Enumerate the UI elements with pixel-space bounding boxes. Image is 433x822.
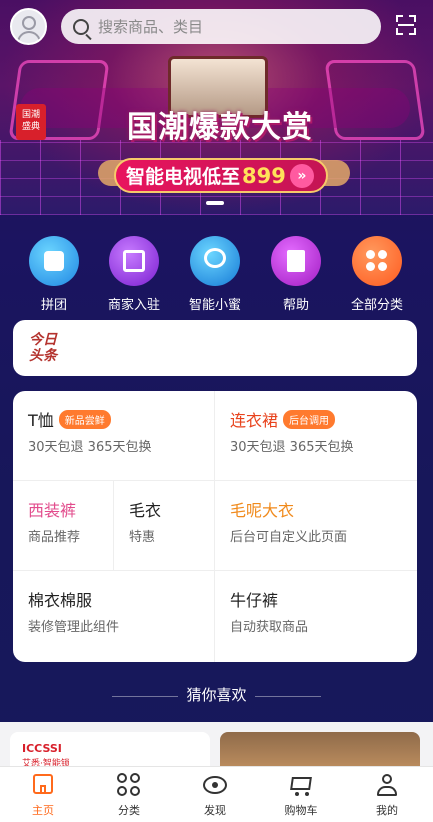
avatar-body-shape bbox=[17, 31, 41, 43]
category-suit-pants[interactable]: 西装裤 商品推荐 bbox=[13, 481, 114, 571]
avatar-head-shape bbox=[22, 16, 36, 30]
category-tshirt[interactable]: T恤 新品尝鲜 30天包退 365天包换 bbox=[13, 391, 215, 481]
help-book-icon bbox=[271, 236, 321, 286]
divider-left bbox=[112, 696, 178, 697]
category-subtitle: 30天包退 365天包换 bbox=[230, 440, 354, 455]
category-title: 西装裤 bbox=[28, 501, 77, 520]
group-buy-icon bbox=[29, 236, 79, 286]
category-dress[interactable]: 连衣裙 后台调用 30天包退 365天包换 bbox=[215, 391, 417, 481]
headline-card[interactable]: 今日 头条 bbox=[13, 320, 417, 376]
product-feed: ICCSSI 艾悉·智能锁 bbox=[0, 722, 433, 772]
category-title: T恤 bbox=[28, 411, 54, 430]
nav-item-all-categories[interactable]: 全部分类 bbox=[337, 236, 417, 313]
product-brand: ICCSSI bbox=[22, 742, 62, 755]
nav-item-group-buy[interactable]: 拼团 bbox=[14, 236, 94, 313]
tab-label: 购物车 bbox=[284, 804, 318, 817]
category-tag: 新品尝鲜 bbox=[58, 409, 111, 429]
category-subtitle: 自动获取商品 bbox=[230, 620, 309, 635]
search-icon bbox=[73, 18, 89, 35]
merchant-join-icon bbox=[109, 236, 159, 286]
category-title: 毛衣 bbox=[129, 501, 162, 520]
assistant-icon bbox=[190, 236, 240, 286]
category-title: 毛呢大衣 bbox=[230, 501, 295, 520]
home-icon bbox=[31, 773, 55, 797]
bottom-tab-bar: 主页 分类 发现 购物车 我的 bbox=[0, 766, 433, 822]
tab-profile[interactable]: 我的 bbox=[344, 773, 430, 818]
app-page: 国潮 盛典 国潮爆款大赏 智能电视低至 899 » 搜索商品、类目 拼团 商家入… bbox=[0, 0, 433, 822]
category-tag: 后台调用 bbox=[283, 409, 336, 429]
nav-item-label: 帮助 bbox=[282, 298, 309, 313]
category-title: 连衣裙 bbox=[230, 411, 279, 430]
search-input[interactable]: 搜索商品、类目 bbox=[61, 9, 381, 44]
nav-item-help[interactable]: 帮助 bbox=[256, 236, 336, 313]
profile-icon bbox=[375, 773, 399, 797]
tab-label: 分类 bbox=[118, 804, 140, 817]
category-grid: T恤 新品尝鲜 30天包退 365天包换 连衣裙 后台调用 30天包退 365天包换… bbox=[13, 391, 417, 662]
category-subtitle: 30天包退 365天包换 bbox=[28, 440, 152, 455]
all-categories-icon bbox=[352, 236, 402, 286]
category-subtitle: 特惠 bbox=[129, 530, 156, 545]
quick-nav: 拼团 商家入驻 智能小蜜 帮助 全部分类 bbox=[0, 236, 433, 313]
scan-icon[interactable] bbox=[396, 15, 416, 35]
tab-label: 主页 bbox=[32, 804, 54, 817]
category-icon bbox=[117, 773, 141, 797]
nav-item-assistant[interactable]: 智能小蜜 bbox=[175, 236, 255, 313]
category-subtitle: 后台可自定义此页面 bbox=[230, 530, 348, 545]
tab-label: 我的 bbox=[376, 804, 398, 817]
top-bar: 搜索商品、类目 bbox=[0, 0, 433, 54]
category-title: 牛仔裤 bbox=[230, 591, 279, 610]
headline-logo-line1: 今日 bbox=[29, 332, 57, 348]
carousel-indicator bbox=[206, 201, 224, 205]
nav-item-label: 拼团 bbox=[40, 298, 67, 313]
tab-label: 发现 bbox=[204, 804, 226, 817]
tab-discover[interactable]: 发现 bbox=[172, 773, 258, 818]
cart-icon bbox=[289, 773, 313, 797]
category-sweater[interactable]: 毛衣 特惠 bbox=[114, 481, 215, 571]
nav-item-merchant-join[interactable]: 商家入驻 bbox=[94, 236, 174, 313]
search-placeholder: 搜索商品、类目 bbox=[98, 18, 204, 36]
tab-cart[interactable]: 购物车 bbox=[258, 773, 344, 818]
category-wool-coat[interactable]: 毛呢大衣 后台可自定义此页面 bbox=[215, 481, 417, 571]
divider-right bbox=[255, 696, 321, 697]
category-jeans[interactable]: 牛仔裤 自动获取商品 bbox=[215, 571, 417, 662]
banner-badge: 国潮 盛典 bbox=[16, 104, 46, 140]
banner-price: 899 bbox=[242, 163, 286, 188]
chevron-right-icon: » bbox=[289, 163, 314, 188]
category-title: 棉衣棉服 bbox=[28, 591, 93, 610]
banner-subtitle-pill[interactable]: 智能电视低至 899 » bbox=[114, 158, 328, 193]
category-subtitle: 装修管理此组件 bbox=[28, 620, 120, 635]
guess-you-like-header: 猜你喜欢 bbox=[0, 684, 433, 705]
tab-category[interactable]: 分类 bbox=[86, 773, 172, 818]
nav-item-label: 商家入驻 bbox=[107, 298, 160, 313]
category-cotton-coat[interactable]: 棉衣棉服 装修管理此组件 bbox=[13, 571, 215, 662]
banner-title: 国潮爆款大赏 bbox=[127, 110, 313, 145]
banner-subtitle: 智能电视低至 bbox=[126, 166, 241, 188]
nav-item-label: 全部分类 bbox=[350, 298, 403, 313]
category-subtitle: 商品推荐 bbox=[28, 530, 81, 545]
headline-logo: 今日 头条 bbox=[29, 332, 57, 364]
discover-icon bbox=[203, 773, 227, 797]
headline-logo-line2: 头条 bbox=[29, 348, 57, 364]
nav-item-label: 智能小蜜 bbox=[188, 298, 241, 313]
section-title: 猜你喜欢 bbox=[186, 686, 247, 704]
tab-home[interactable]: 主页 bbox=[0, 773, 86, 818]
avatar[interactable] bbox=[10, 8, 47, 45]
